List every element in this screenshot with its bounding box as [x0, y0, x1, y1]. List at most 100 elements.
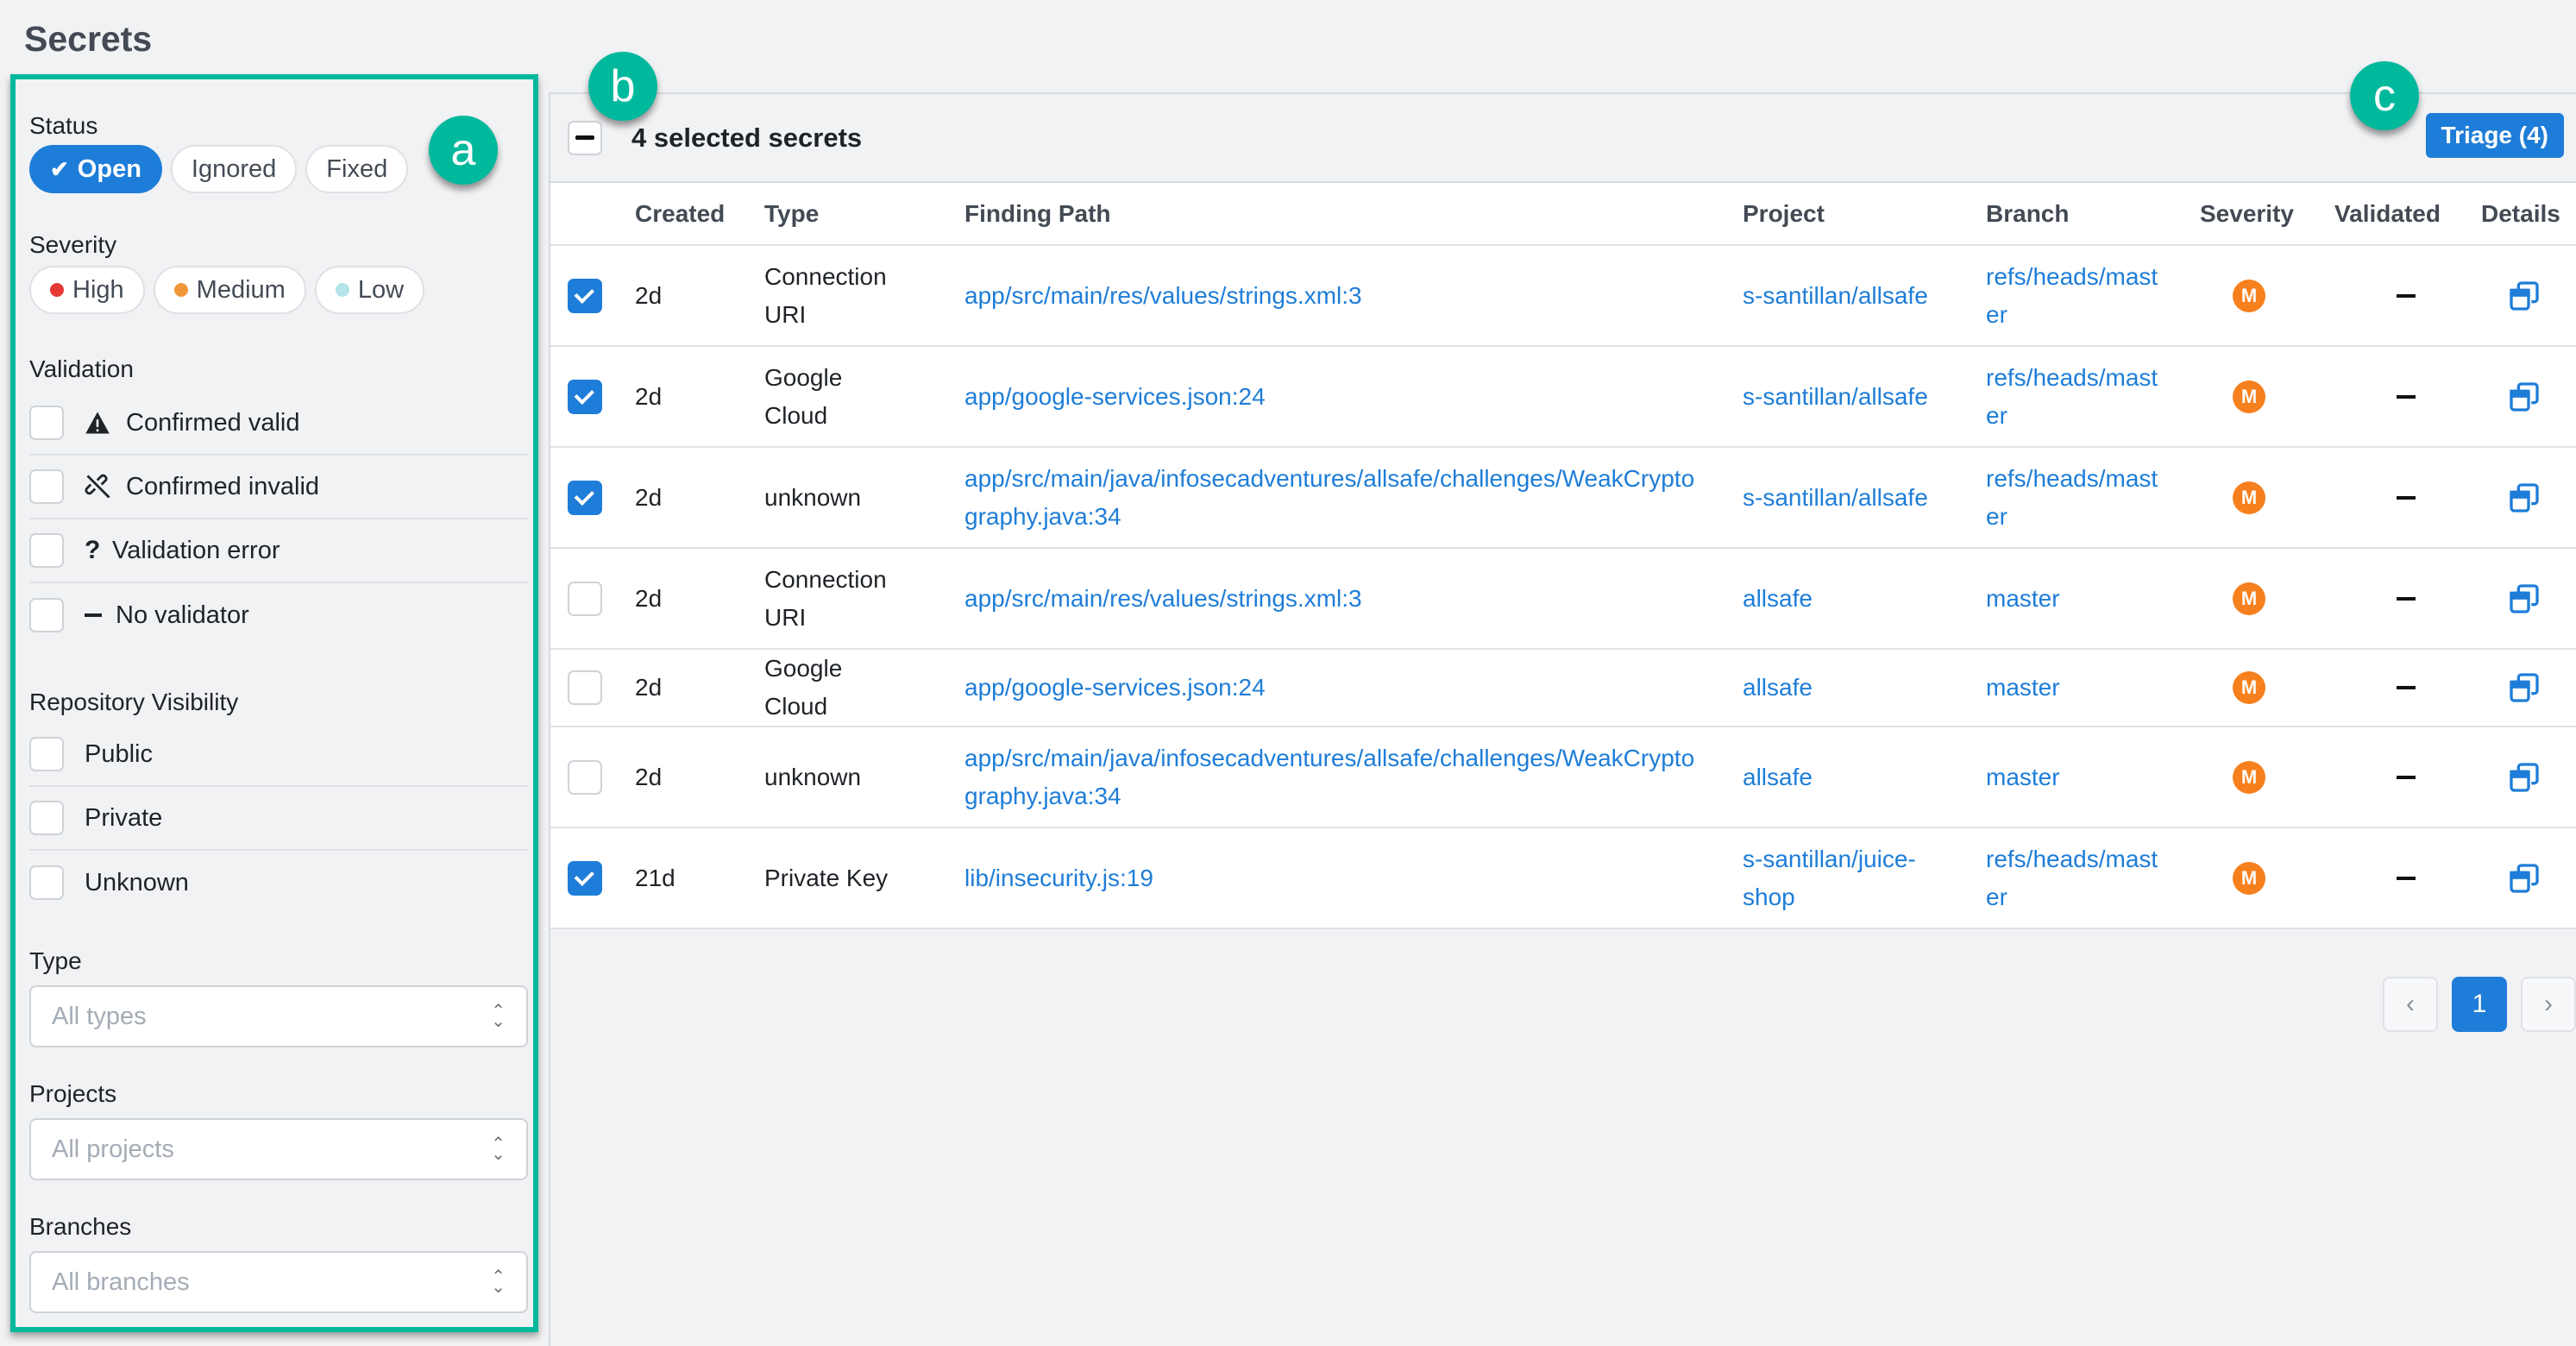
type-text: unknown: [764, 763, 862, 790]
public-checkbox[interactable]: [29, 737, 64, 771]
callout-c: c: [2350, 61, 2419, 130]
project-link[interactable]: allsafe: [1743, 758, 1958, 796]
branch-link[interactable]: refs/heads/master: [1986, 359, 2169, 435]
open-details-icon[interactable]: [2507, 481, 2541, 515]
finding-path-link[interactable]: app/google-services.json:24: [964, 669, 1698, 707]
next-page-button[interactable]: ›: [2521, 977, 2576, 1032]
secrets-table: Created Type Finding Path Project Branch…: [550, 183, 2576, 929]
not-validated-dash-icon: [2397, 775, 2416, 779]
no-validator-checkbox[interactable]: [29, 598, 64, 632]
column-details[interactable]: Details: [2481, 183, 2576, 246]
visibility-item-public[interactable]: Public: [29, 723, 528, 787]
type-cell: Connection URI: [764, 548, 964, 650]
table-row[interactable]: 2d Google Cloud app/google-services.json:2…: [550, 649, 2576, 727]
visibility-item-unknown[interactable]: Unknown: [29, 851, 528, 915]
column-finding-path[interactable]: Finding Path: [964, 183, 1743, 246]
validation-item-confirmed-valid[interactable]: Confirmed valid: [29, 392, 528, 456]
callout-a: a: [429, 116, 498, 185]
finding-path-link[interactable]: app/src/main/res/values/strings.xml:3: [964, 277, 1698, 315]
row-checkbox[interactable]: [568, 670, 602, 705]
validation-list: Confirmed valid Confirmed invalid ? Vali…: [29, 392, 528, 647]
row-checkbox[interactable]: [568, 379, 602, 414]
finding-path-link[interactable]: app/src/main/java/infosecadventures/alls…: [964, 460, 1698, 536]
project-link[interactable]: s-santillan/juice-shop: [1743, 840, 1958, 916]
unknown-checkbox[interactable]: [29, 865, 64, 900]
project-link[interactable]: allsafe: [1743, 580, 1958, 618]
branch-link[interactable]: refs/heads/master: [1986, 840, 2169, 916]
prev-page-button[interactable]: ‹: [2383, 977, 2438, 1032]
type-text: unknown: [764, 483, 862, 511]
severity-medium-badge: M: [2233, 279, 2265, 312]
validation-error-checkbox[interactable]: [29, 533, 64, 568]
branches-select-placeholder: All branches: [52, 1267, 190, 1296]
branch-link[interactable]: master: [1986, 580, 2169, 618]
type-cell: Google Cloud: [764, 346, 964, 448]
visibility-item-private[interactable]: Private: [29, 787, 528, 851]
project-link[interactable]: allsafe: [1743, 669, 1958, 707]
open-details-icon[interactable]: [2507, 760, 2541, 795]
project-link[interactable]: s-santillan/allsafe: [1743, 378, 1958, 416]
open-details-icon[interactable]: [2507, 380, 2541, 414]
private-label: Private: [85, 803, 163, 832]
severity-low-pill[interactable]: Low: [314, 266, 425, 314]
type-select[interactable]: All types ⌃ ⌄: [29, 985, 528, 1047]
column-validated[interactable]: Validated: [2334, 183, 2481, 246]
branch-link[interactable]: master: [1986, 669, 2169, 707]
branch-link[interactable]: refs/heads/master: [1986, 460, 2169, 536]
open-details-icon[interactable]: [2507, 861, 2541, 896]
status-open-pill[interactable]: ✔ Open: [29, 145, 162, 193]
row-checkbox[interactable]: [568, 278, 602, 313]
confirmed-invalid-checkbox[interactable]: [29, 469, 64, 504]
open-details-icon[interactable]: [2507, 582, 2541, 616]
status-fixed-pill[interactable]: Fixed: [305, 145, 409, 193]
validation-item-confirmed-invalid[interactable]: Confirmed invalid: [29, 456, 528, 519]
type-select-placeholder: All types: [52, 1002, 147, 1030]
open-details-icon[interactable]: [2507, 279, 2541, 313]
branches-select[interactable]: All branches ⌃ ⌄: [29, 1251, 528, 1313]
not-validated-dash-icon: [2397, 876, 2416, 880]
table-header-row: Created Type Finding Path Project Branch…: [550, 183, 2576, 246]
row-checkbox[interactable]: [568, 581, 602, 616]
column-branch[interactable]: Branch: [1986, 183, 2200, 246]
private-checkbox[interactable]: [29, 801, 64, 835]
type-text: Private Key: [764, 864, 889, 891]
triage-button[interactable]: Triage (4): [2425, 113, 2564, 158]
severity-high-pill[interactable]: High: [29, 266, 145, 314]
status-fixed-label: Fixed: [326, 154, 388, 183]
project-link[interactable]: s-santillan/allsafe: [1743, 277, 1958, 315]
column-project[interactable]: Project: [1743, 183, 1986, 246]
broken-link-icon: [85, 474, 119, 500]
finding-path-link[interactable]: lib/insecurity.js:19: [964, 859, 1698, 897]
project-link[interactable]: s-santillan/allsafe: [1743, 479, 1958, 517]
column-severity[interactable]: Severity: [2200, 183, 2334, 246]
validation-item-no-validator[interactable]: No validator: [29, 583, 528, 647]
pagination: ‹ 1 ›: [2383, 977, 2576, 1032]
branch-link[interactable]: master: [1986, 758, 2169, 796]
severity-medium-pill[interactable]: Medium: [153, 266, 306, 314]
column-type[interactable]: Type: [764, 183, 964, 246]
table-row[interactable]: 21d Private Key lib/insecurity.js:19 s-sant…: [550, 827, 2576, 929]
table-row[interactable]: 2d Connection URI app/src/main/res/values/…: [550, 245, 2576, 347]
page-1-button[interactable]: 1: [2452, 977, 2507, 1032]
finding-path-link[interactable]: app/google-services.json:24: [964, 378, 1698, 416]
table-row[interactable]: 2d Google Cloud app/google-services.json:2…: [550, 346, 2576, 448]
select-all-checkbox[interactable]: [568, 120, 602, 155]
status-ignored-pill[interactable]: Ignored: [170, 145, 298, 193]
branch-link[interactable]: refs/heads/master: [1986, 258, 2169, 334]
validation-item-validation-error[interactable]: ? Validation error: [29, 519, 528, 583]
row-checkbox[interactable]: [568, 480, 602, 515]
finding-path-link[interactable]: app/src/main/java/infosecadventures/alls…: [964, 739, 1698, 815]
secrets-main-panel: 4 selected secrets Triage (4) Created Ty…: [549, 92, 2576, 1346]
table-row[interactable]: 2d Connection URI app/src/main/res/values/…: [550, 548, 2576, 650]
row-checkbox[interactable]: [568, 759, 602, 795]
table-row[interactable]: 2d unknown app/src/main/java/infosecadvent…: [550, 447, 2576, 549]
confirmed-valid-checkbox[interactable]: [29, 406, 64, 440]
row-checkbox[interactable]: [568, 860, 602, 896]
open-details-icon[interactable]: [2507, 670, 2541, 705]
projects-select[interactable]: All projects ⌃ ⌄: [29, 1118, 528, 1180]
table-row[interactable]: 2d unknown app/src/main/java/infosecadvent…: [550, 726, 2576, 828]
column-created[interactable]: Created: [635, 183, 764, 246]
type-cell: unknown: [764, 447, 964, 549]
type-text: Connection URI: [764, 565, 887, 631]
finding-path-link[interactable]: app/src/main/res/values/strings.xml:3: [964, 580, 1698, 618]
